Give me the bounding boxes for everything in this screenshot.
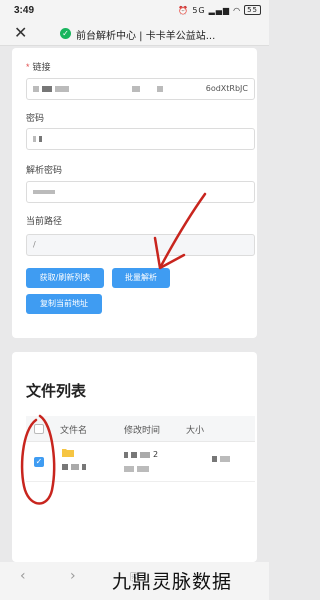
- password-input[interactable]: [26, 128, 255, 150]
- watermark-text: 九鼎灵脉数据: [112, 571, 233, 593]
- signal-icon: ▂▄▆: [208, 5, 231, 15]
- parse-password-input[interactable]: [26, 181, 255, 203]
- password-label: 密码: [26, 113, 45, 123]
- modified-time-cell: 2: [124, 450, 158, 459]
- status-icons: ⏰ 5G ▂▄▆ ◠ 55: [178, 5, 261, 15]
- back-icon[interactable]: ‹: [20, 568, 26, 584]
- size-cell: [212, 454, 233, 463]
- fetch-refresh-list-button[interactable]: 获取/刷新列表: [26, 268, 104, 288]
- 5g-icon: 5G: [192, 5, 206, 15]
- link-input[interactable]: 6odXtRbJC: [26, 78, 255, 100]
- required-marker: *: [26, 62, 30, 72]
- table-header: 文件名 修改时间 大小: [26, 416, 255, 442]
- row-checkbox[interactable]: ✓: [34, 457, 44, 467]
- status-time: 3:49: [14, 5, 35, 16]
- file-list-heading: 文件列表: [26, 382, 87, 400]
- batch-parse-button[interactable]: 批量解析: [112, 268, 170, 288]
- close-icon[interactable]: ✕: [14, 25, 27, 41]
- wifi-icon: ◠: [233, 5, 242, 15]
- secure-shield-icon: ✓: [60, 28, 71, 39]
- column-header-modified[interactable]: 修改时间: [124, 423, 160, 436]
- folder-icon: [62, 448, 74, 459]
- parse-password-label: 解析密码: [26, 165, 63, 175]
- parse-form-card: * 链接 6odXtRbJC 密码 解析密码 当前路径 / 获取/刷新列表 批量解…: [12, 48, 257, 338]
- column-header-name[interactable]: 文件名: [60, 423, 87, 436]
- page-title[interactable]: 前台解析中心 | 卡卡羊公益站...: [76, 27, 216, 42]
- table-row[interactable]: ✓ 2: [26, 442, 255, 482]
- copy-current-address-button[interactable]: 复制当前地址: [26, 294, 102, 314]
- link-label: * 链接: [26, 62, 51, 72]
- modified-time-cell-line2: [124, 464, 152, 473]
- column-header-size[interactable]: 大小: [186, 423, 204, 436]
- current-path-label: 当前路径: [26, 216, 63, 226]
- forward-icon[interactable]: ›: [70, 568, 76, 584]
- link-value-tail: 6odXtRbJC: [205, 84, 248, 93]
- alarm-icon: ⏰: [178, 5, 190, 15]
- file-list-card: 文件列表 文件名 修改时间 大小 ✓ 2: [12, 352, 257, 562]
- current-path-input: /: [26, 234, 255, 256]
- battery-icon: 55: [244, 5, 261, 15]
- file-name-cell: [62, 462, 89, 471]
- browser-title-bar: ✕ ✓ 前台解析中心 | 卡卡羊公益站...: [0, 22, 269, 46]
- select-all-checkbox[interactable]: [34, 424, 44, 434]
- status-bar: 3:49 ⏰ 5G ▂▄▆ ◠ 55: [0, 0, 269, 22]
